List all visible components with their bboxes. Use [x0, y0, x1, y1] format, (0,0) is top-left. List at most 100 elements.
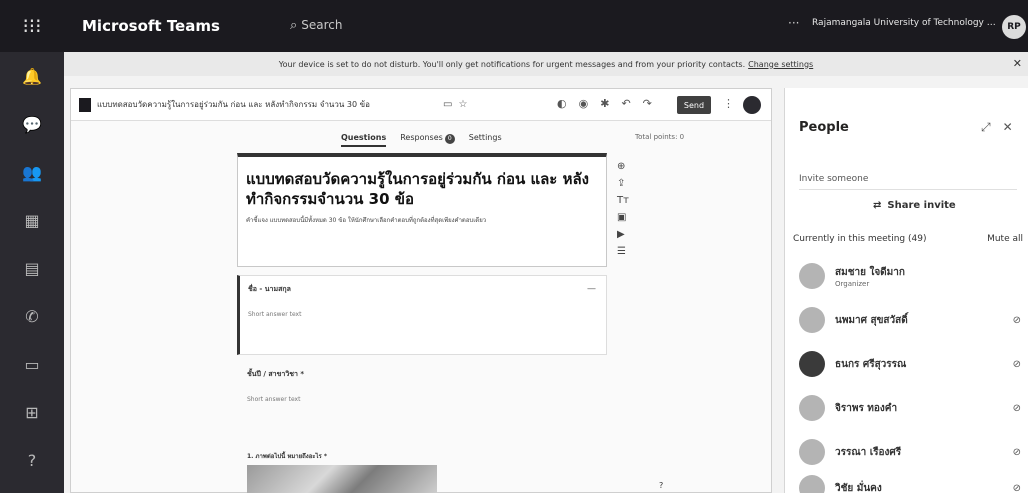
participant-role: Organizer	[835, 279, 870, 288]
app-launcher-icon[interactable]: ⁝⁝⁝	[0, 0, 64, 52]
tab-responses[interactable]: Responses 0	[400, 133, 455, 147]
mic-off-icon[interactable]: ⊘	[1013, 447, 1021, 458]
avatar	[799, 395, 825, 421]
question-label: ชื่อ - นามสกุล	[248, 285, 291, 293]
participant-name: วิชัย มั่นคง	[835, 482, 882, 493]
share-invite-label: Share invite	[887, 200, 956, 211]
form-tabs: Questions Responses 0 Settings	[341, 133, 502, 147]
mic-off-icon[interactable]: ⊘	[1013, 483, 1021, 493]
participant-row[interactable]: ธนกร ศรีสุวรรณ ⊘	[799, 346, 1021, 382]
top-bar: ⁝⁝⁝ Microsoft Teams ⌕ Search ··· Rajaman…	[0, 0, 1028, 52]
more-options-icon[interactable]: ···	[788, 16, 799, 30]
undo-icon[interactable]: ↶	[621, 97, 630, 110]
avatar	[799, 263, 825, 289]
mute-all-button[interactable]: Mute all	[987, 234, 1023, 244]
toolbar-icons: ◐ ◉ ✱ ↶ ↷	[557, 97, 652, 110]
form-title[interactable]: แบบทดสอบวัดความรู้ในการอยู่ร่วมกัน ก่อน …	[246, 169, 598, 209]
share-icon: ⇄	[873, 200, 882, 211]
mic-off-icon[interactable]: ⊘	[1013, 315, 1021, 326]
popout-icon[interactable]: ⤢	[981, 120, 991, 135]
form-side-toolbar: ⊕ ⇪ Tт ▣ ▶ ☰	[617, 161, 629, 257]
more-vert-icon[interactable]: ⋮	[723, 97, 734, 110]
question-card-q1[interactable]: 1. ภาพต่อไปนี้ หมายถึงอะไร *	[247, 451, 607, 461]
participant-row[interactable]: วิชัย มั่นคง ⊘	[799, 470, 1021, 493]
organization-name[interactable]: Rajamangala University of Technology Tha…	[812, 18, 996, 28]
document-toolbar: แบบทดสอบวัดความรู้ในการอยู่ร่วมกัน ก่อน …	[71, 89, 771, 121]
avatar	[799, 475, 825, 493]
assignments-icon[interactable]: ▦	[0, 196, 64, 244]
send-button[interactable]: Send	[677, 96, 711, 114]
question-card-class[interactable]: ชั้นปี / สาขาวิชา * Short answer text	[247, 369, 607, 403]
mic-off-icon[interactable]: ⊘	[1013, 403, 1021, 414]
people-panel: People ⤢ ✕ Invite someone ⇄ Share invite…	[784, 88, 1028, 493]
dnd-banner: Your device is set to do not disturb. Yo…	[64, 52, 1028, 76]
help-icon[interactable]: ?	[0, 436, 64, 484]
search-placeholder: Search	[301, 18, 343, 32]
add-title-icon[interactable]: Tт	[617, 195, 629, 206]
participant-name: ธนกร ศรีสุวรรณ	[835, 358, 907, 370]
star-icon[interactable]: ☆	[458, 99, 467, 110]
share-invite-button[interactable]: ⇄ Share invite	[873, 200, 956, 211]
short-answer-field[interactable]: Short answer text	[248, 311, 598, 318]
collapse-icon[interactable]: —	[587, 284, 596, 294]
search-icon: ⌕	[290, 17, 298, 33]
invite-input[interactable]: Invite someone	[799, 168, 1017, 190]
app-title: Microsoft Teams	[82, 17, 220, 35]
panel-actions: ⤢ ✕	[981, 120, 1013, 135]
tab-responses-label: Responses	[400, 133, 443, 142]
question-card-name[interactable]: ชื่อ - นามสกุล Short answer text —	[237, 275, 607, 355]
participant-row[interactable]: นพมาศ สุขสวัสดิ์ ⊘	[799, 302, 1021, 338]
add-video-icon[interactable]: ▶	[617, 229, 629, 240]
calls-icon[interactable]: ✆	[0, 292, 64, 340]
participant-name: สมชาย ใจดีมาก	[835, 266, 905, 278]
in-meeting-label[interactable]: Currently in this meeting (49)	[793, 234, 926, 244]
participant-name: จิราพร ทองคำ	[835, 402, 898, 414]
help-circle-icon[interactable]: ?	[659, 481, 663, 490]
banner-text: Your device is set to do not disturb. Yo…	[278, 59, 746, 69]
add-section-icon[interactable]: ☰	[617, 246, 629, 257]
preview-icon[interactable]: ◉	[579, 97, 589, 110]
participant-row[interactable]: สมชาย ใจดีมาก Organizer	[799, 258, 1021, 294]
close-icon[interactable]: ✕	[1013, 57, 1022, 70]
in-meeting-header: Currently in this meeting (49) Mute all	[793, 234, 1023, 244]
settings-icon[interactable]: ✱	[600, 97, 609, 110]
chat-icon[interactable]: 💬	[0, 100, 64, 148]
avatar	[799, 439, 825, 465]
add-question-icon[interactable]: ⊕	[617, 161, 629, 172]
app-rail: 🔔 💬 👥 ▦ ▤ ✆ ▭ ⊞ ?	[0, 52, 64, 493]
tab-settings[interactable]: Settings	[469, 133, 502, 147]
search-box[interactable]: ⌕ Search	[290, 12, 630, 38]
import-questions-icon[interactable]: ⇪	[617, 178, 629, 189]
avatar	[799, 351, 825, 377]
calendar-icon[interactable]: ▤	[0, 244, 64, 292]
question-image	[247, 465, 437, 493]
participant-row[interactable]: วรรณา เรืองศรี ⊘	[799, 434, 1021, 470]
shared-form-document: แบบทดสอบวัดความรู้ในการอยู่ร่วมกัน ก่อน …	[70, 88, 772, 493]
question-label: 1. ภาพต่อไปนี้ หมายถึงอะไร *	[247, 453, 327, 460]
files-icon[interactable]: ▭	[0, 340, 64, 388]
teams-icon[interactable]: 👥	[0, 148, 64, 196]
short-answer-field[interactable]: Short answer text	[247, 396, 607, 403]
close-panel-icon[interactable]: ✕	[1003, 120, 1013, 135]
document-title: แบบทดสอบวัดความรู้ในการอยู่ร่วมกัน ก่อน …	[97, 100, 370, 109]
panel-title: People	[799, 120, 849, 135]
avatar	[799, 307, 825, 333]
forms-logo-icon	[79, 97, 91, 112]
tab-questions[interactable]: Questions	[341, 133, 387, 147]
change-settings-link[interactable]: Change settings	[748, 60, 813, 69]
user-avatar[interactable]	[743, 96, 761, 114]
folder-icon[interactable]: ▭	[443, 99, 452, 110]
form-description[interactable]: คำชี้แจง แบบทดสอบนี้มีทั้งหมด 30 ข้อ ให้…	[246, 217, 598, 225]
redo-icon[interactable]: ↷	[643, 97, 652, 110]
form-header-card[interactable]: แบบทดสอบวัดความรู้ในการอยู่ร่วมกัน ก่อน …	[237, 153, 607, 267]
responses-count-badge: 0	[444, 134, 455, 144]
participant-name: นพมาศ สุขสวัสดิ์	[835, 314, 908, 326]
question-label: ชั้นปี / สาขาวิชา *	[247, 370, 305, 378]
participant-row[interactable]: จิราพร ทองคำ ⊘	[799, 390, 1021, 426]
apps-icon[interactable]: ⊞	[0, 388, 64, 436]
add-image-icon[interactable]: ▣	[617, 212, 629, 223]
profile-avatar[interactable]: RP	[1002, 15, 1026, 39]
palette-icon[interactable]: ◐	[557, 97, 567, 110]
activity-icon[interactable]: 🔔	[0, 52, 64, 100]
mic-off-icon[interactable]: ⊘	[1013, 359, 1021, 370]
